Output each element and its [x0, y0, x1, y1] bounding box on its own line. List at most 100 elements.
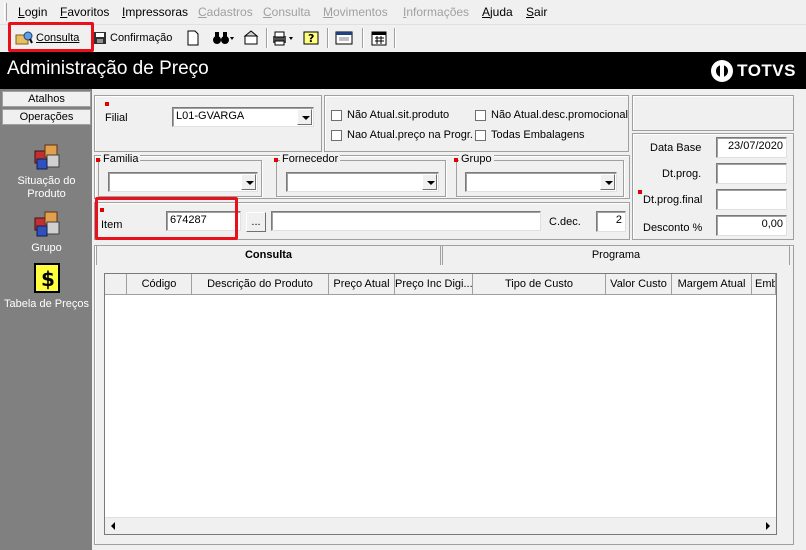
save-icon	[94, 32, 106, 44]
familia-label: Familia	[101, 153, 141, 165]
required-marker	[96, 158, 100, 162]
new-document-button[interactable]	[186, 27, 200, 49]
sidebar-item-tabela-precos[interactable]: $ Tabela de Preços	[2, 262, 91, 311]
svg-text:$: $	[41, 267, 55, 291]
menu-consulta[interactable]: Consulta	[263, 5, 310, 19]
horizontal-scrollbar[interactable]	[105, 517, 776, 534]
chk-nao-atual-desc[interactable]	[475, 110, 486, 121]
col-emb[interactable]: Emb	[752, 274, 776, 295]
app-header: Administração de Preço TOTVS	[0, 52, 806, 89]
item-lookup-button[interactable]: ...	[246, 212, 266, 232]
chk-nao-atual-sit[interactable]	[331, 110, 342, 121]
calendar-icon	[371, 31, 387, 46]
item-description-field[interactable]	[271, 211, 541, 231]
sidebar-item-label: Situação do Produto	[17, 175, 76, 200]
window-button[interactable]	[335, 27, 353, 49]
grupo-select[interactable]	[465, 172, 617, 192]
calendar-button[interactable]	[370, 27, 388, 49]
dt-prog-final-field[interactable]	[716, 189, 787, 210]
export-button[interactable]	[243, 27, 261, 49]
cdec-label: C.dec.	[549, 216, 581, 228]
chevron-down-icon[interactable]	[422, 174, 437, 190]
totvs-brand-text: TOTVS	[737, 61, 796, 80]
chevron-down-icon[interactable]	[297, 109, 312, 125]
confirmacao-label: Confirmação	[110, 32, 173, 44]
menu-sair[interactable]: Sair	[526, 5, 547, 19]
fornecedor-label: Fornecedor	[280, 153, 341, 165]
dates-panel: Data Base 23/07/2020 Dt.prog. Dt.prog.fi…	[632, 133, 794, 240]
scroll-right-icon[interactable]	[766, 522, 770, 530]
filial-select[interactable]: L01-GVARGA	[172, 107, 314, 127]
toolbar: Consulta Confirmação ?	[0, 25, 806, 52]
consulta-highlight	[8, 22, 94, 52]
print-button[interactable]	[271, 27, 295, 49]
fornecedor-select[interactable]	[286, 172, 439, 192]
toolbar-separator	[266, 28, 268, 48]
confirmacao-button[interactable]: Confirmação	[93, 27, 172, 49]
sidebar-item-label: Grupo	[31, 242, 62, 254]
grupo-label: Grupo	[459, 153, 494, 165]
page-title: Administração de Preço	[7, 58, 209, 79]
item-highlight	[95, 197, 238, 240]
sidebar-item-grupo[interactable]: Grupo	[2, 206, 91, 255]
scroll-left-icon[interactable]	[111, 522, 115, 530]
col-descricao[interactable]: Descrição do Produto	[192, 274, 329, 295]
menu-movimentos[interactable]: Movimentos	[323, 5, 388, 19]
col-valor-custo[interactable]: Valor Custo	[606, 274, 672, 295]
col-codigo[interactable]: Código	[127, 274, 192, 295]
filial-value: L01-GVARGA	[176, 110, 245, 122]
export-icon	[243, 30, 259, 45]
menu-login[interactable]: Login	[18, 5, 47, 19]
menu-favoritos[interactable]: Favoritos	[60, 5, 109, 19]
boxes-icon	[31, 206, 63, 238]
filial-label: Filial	[105, 112, 128, 124]
find-button[interactable]	[212, 27, 234, 49]
menu-informacoes[interactable]: Informações	[403, 5, 469, 19]
boxes-icon	[31, 139, 63, 171]
price-table-icon: $	[31, 262, 63, 294]
desconto-value: 0,00	[761, 218, 783, 230]
cdec-value: 2	[615, 214, 622, 226]
sidebar-item-situacao-produto[interactable]: Situação do Produto	[2, 139, 91, 201]
sidebar: Atalhos Operações Situação do Produto Gr…	[0, 89, 92, 550]
chevron-down-icon[interactable]	[241, 174, 256, 190]
results-grid[interactable]: Código Descrição do Produto Preço Atual …	[104, 273, 777, 535]
col-preco-inc-digi[interactable]: Preço Inc Digi...	[395, 274, 473, 295]
col-tipo-custo[interactable]: Tipo de Custo	[473, 274, 606, 295]
menu-impressoras[interactable]: Impressoras	[122, 5, 188, 19]
menu-ajuda[interactable]: Ajuda	[482, 5, 513, 19]
info-panel	[632, 95, 794, 131]
options-panel: Não Atual.sit.produto Não Atual.desc.pro…	[324, 95, 629, 152]
dt-prog-field[interactable]	[716, 163, 787, 184]
required-marker	[638, 190, 642, 194]
chk-nao-atual-desc-label: Não Atual.desc.promocional	[491, 109, 628, 121]
sidebar-tab-atalhos[interactable]: Atalhos	[2, 91, 91, 107]
window-icon	[335, 31, 353, 45]
menu-grip	[4, 3, 7, 21]
toolbar-separator	[362, 28, 364, 48]
chevron-down-icon[interactable]	[600, 174, 615, 190]
chk-nao-atual-sit-label: Não Atual.sit.produto	[347, 109, 450, 121]
sidebar-tab-operacoes[interactable]: Operações	[2, 109, 91, 125]
tab-consulta[interactable]: Consulta	[96, 245, 441, 265]
toolbar-separator	[394, 28, 396, 48]
chk-todas-embalagens[interactable]	[475, 130, 486, 141]
binoculars-icon	[213, 32, 234, 44]
chk-nao-atual-preco-label: Nao Atual.preço na Progr.	[347, 129, 473, 141]
sidebar-item-label: Tabela de Preços	[4, 298, 89, 310]
filial-panel: Filial L01-GVARGA	[94, 95, 322, 152]
col-preco-atual[interactable]: Preço Atual	[329, 274, 395, 295]
tab-programa[interactable]: Programa	[442, 245, 790, 265]
cdec-field[interactable]: 2	[596, 211, 626, 232]
col-margem-atual[interactable]: Margem Atual	[672, 274, 752, 295]
desconto-field[interactable]: 0,00	[716, 215, 787, 236]
chk-nao-atual-preco[interactable]	[331, 130, 342, 141]
data-base-value: 23/07/2020	[727, 140, 783, 152]
new-document-icon	[187, 30, 199, 46]
chk-todas-embalagens-label: Todas Embalagens	[491, 129, 585, 141]
menu-cadastros[interactable]: Cadastros	[198, 5, 253, 19]
help-button[interactable]: ?	[302, 27, 320, 49]
familia-select[interactable]	[108, 172, 258, 192]
required-marker	[105, 102, 109, 106]
data-base-field[interactable]: 23/07/2020	[716, 137, 787, 158]
